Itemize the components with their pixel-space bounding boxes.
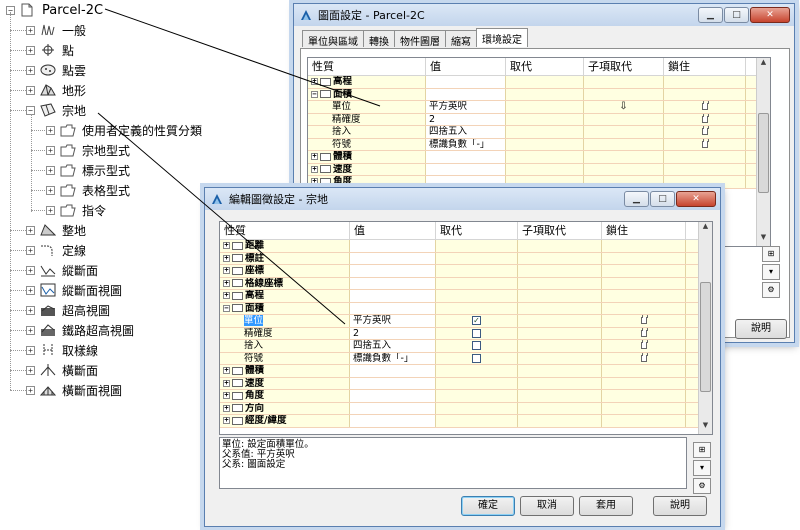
callout-lines xyxy=(97,8,381,325)
